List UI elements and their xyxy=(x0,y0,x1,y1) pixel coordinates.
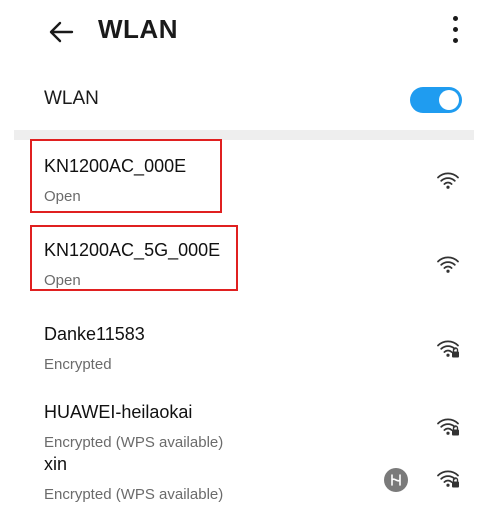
network-item[interactable]: KN1200AC_000E Open xyxy=(0,142,479,226)
section-divider xyxy=(14,130,474,140)
wifi-lock-icon xyxy=(436,414,460,438)
app-bar: WLAN xyxy=(0,0,479,62)
toggle-knob xyxy=(439,90,459,110)
network-name: xin xyxy=(44,454,68,474)
wifi-lock-icon xyxy=(436,336,460,360)
wlan-label: WLAN xyxy=(44,88,99,109)
network-name: Danke11583 xyxy=(44,324,145,344)
network-item[interactable]: KN1200AC_5G_000E Open xyxy=(0,226,479,310)
network-status: Encrypted xyxy=(44,356,112,373)
wlan-toggle[interactable] xyxy=(410,87,462,113)
more-vertical-icon[interactable] xyxy=(444,12,468,48)
page-title: WLAN xyxy=(98,14,178,44)
wps-icon[interactable] xyxy=(384,468,408,492)
network-name: HUAWEI-heilaokai xyxy=(44,402,193,422)
network-status: Open xyxy=(44,272,81,289)
wifi-icon xyxy=(436,168,460,192)
network-item[interactable]: xin Encrypted (WPS available) xyxy=(0,440,479,524)
network-item[interactable]: Danke11583 Encrypted xyxy=(0,310,479,394)
wlan-toggle-row[interactable]: WLAN xyxy=(0,74,479,126)
network-status: Encrypted (WPS available) xyxy=(44,486,224,503)
back-arrow-icon[interactable] xyxy=(44,14,80,50)
network-name: KN1200AC_5G_000E xyxy=(44,240,221,260)
network-name: KN1200AC_000E xyxy=(44,156,187,176)
network-status: Open xyxy=(44,188,81,205)
wifi-icon xyxy=(436,252,460,276)
wifi-lock-icon xyxy=(436,466,460,490)
